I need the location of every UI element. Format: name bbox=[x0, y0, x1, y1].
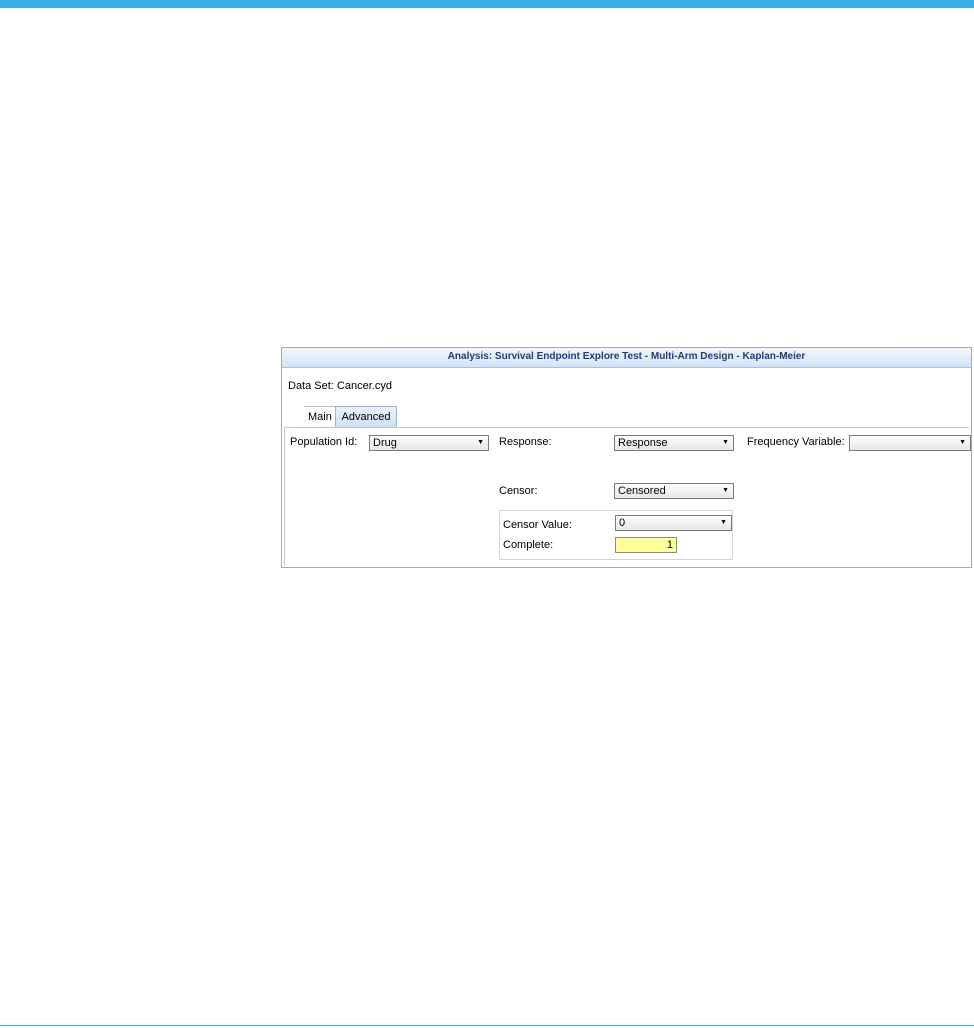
frequency-variable-select[interactable]: ▼ bbox=[849, 435, 971, 451]
analysis-dialog: Analysis: Survival Endpoint Explore Test… bbox=[281, 347, 972, 568]
chevron-down-icon: ▼ bbox=[720, 519, 727, 526]
censor-value-value: 0 bbox=[619, 517, 626, 529]
response-select[interactable]: Response ▼ bbox=[614, 435, 734, 451]
population-id-select[interactable]: Drug ▼ bbox=[369, 435, 489, 451]
complete-input[interactable]: 1 bbox=[615, 537, 677, 553]
chevron-down-icon: ▼ bbox=[477, 439, 484, 446]
censor-select[interactable]: Censored ▼ bbox=[614, 483, 734, 499]
censor-value-label: Censor Value: bbox=[503, 519, 572, 531]
chevron-down-icon: ▼ bbox=[722, 439, 729, 446]
population-id-label: Population Id: bbox=[290, 436, 358, 448]
population-id-value: Drug bbox=[373, 437, 397, 449]
dataset-label: Data Set: Cancer.cyd bbox=[288, 380, 392, 392]
dialog-title: Analysis: Survival Endpoint Explore Test… bbox=[282, 348, 971, 368]
censor-label: Censor: bbox=[499, 485, 538, 497]
response-label: Response: bbox=[499, 436, 552, 448]
bottom-accent-rule bbox=[0, 1025, 974, 1026]
censor-value: Censored bbox=[618, 485, 666, 497]
frequency-variable-label: Frequency Variable: bbox=[747, 436, 845, 448]
response-value: Response bbox=[618, 437, 668, 449]
chevron-down-icon: ▼ bbox=[722, 487, 729, 494]
tab-advanced[interactable]: Advanced bbox=[335, 406, 397, 428]
chevron-down-icon: ▼ bbox=[959, 439, 966, 446]
top-accent-bar bbox=[0, 0, 974, 8]
panel-border bbox=[284, 428, 285, 566]
tab-divider bbox=[284, 427, 969, 428]
censor-value-select[interactable]: 0 ▼ bbox=[615, 515, 732, 531]
tab-main[interactable]: Main bbox=[292, 406, 336, 428]
complete-label: Complete: bbox=[503, 539, 554, 551]
